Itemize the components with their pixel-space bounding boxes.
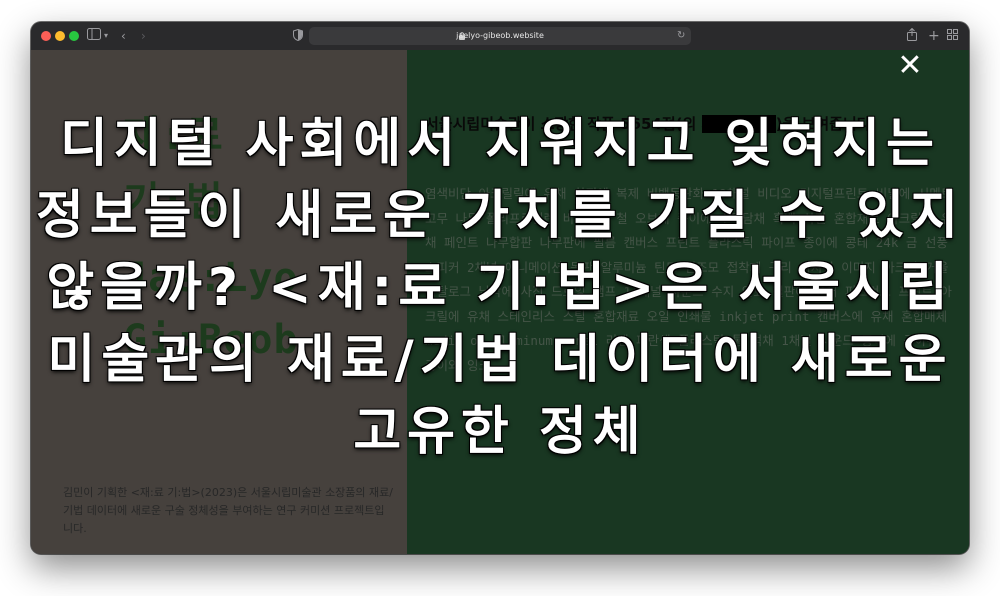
intro-overlay: 디지털 사회에서 지워지고 잊혀지는 정보들이 새로운 가치를 가질 수 있지 … [31, 50, 969, 554]
privacy-shield-icon[interactable] [293, 28, 303, 45]
close-window-button[interactable] [41, 31, 51, 41]
browser-toolbar: ▾ ‹ › jaelyo-gibeob.website ↻ + [31, 22, 969, 51]
url-text: jaelyo-gibeob.website [456, 31, 544, 40]
reload-icon[interactable]: ↻ [677, 28, 685, 44]
forward-arrow-icon[interactable]: › [141, 28, 146, 44]
tab-overview-icon[interactable] [947, 28, 958, 44]
close-overlay-button[interactable]: ✕ [894, 50, 926, 82]
sidebar-toggle-icon[interactable] [87, 28, 101, 44]
chevron-down-icon[interactable]: ▾ [104, 28, 108, 44]
back-arrow-icon[interactable]: ‹ [121, 28, 126, 44]
overlay-message: 디지털 사회에서 지워지고 잊혀지는 정보들이 새로운 가치를 가질 수 있지 … [35, 114, 965, 462]
zoom-window-button[interactable] [69, 31, 79, 41]
browser-window: ▾ ‹ › jaelyo-gibeob.website ↻ + 재:료 기:법 … [31, 22, 969, 554]
new-tab-icon[interactable]: + [928, 28, 940, 44]
minimize-window-button[interactable] [55, 31, 65, 41]
share-icon[interactable] [907, 27, 917, 45]
address-bar[interactable]: jaelyo-gibeob.website ↻ [309, 27, 691, 45]
